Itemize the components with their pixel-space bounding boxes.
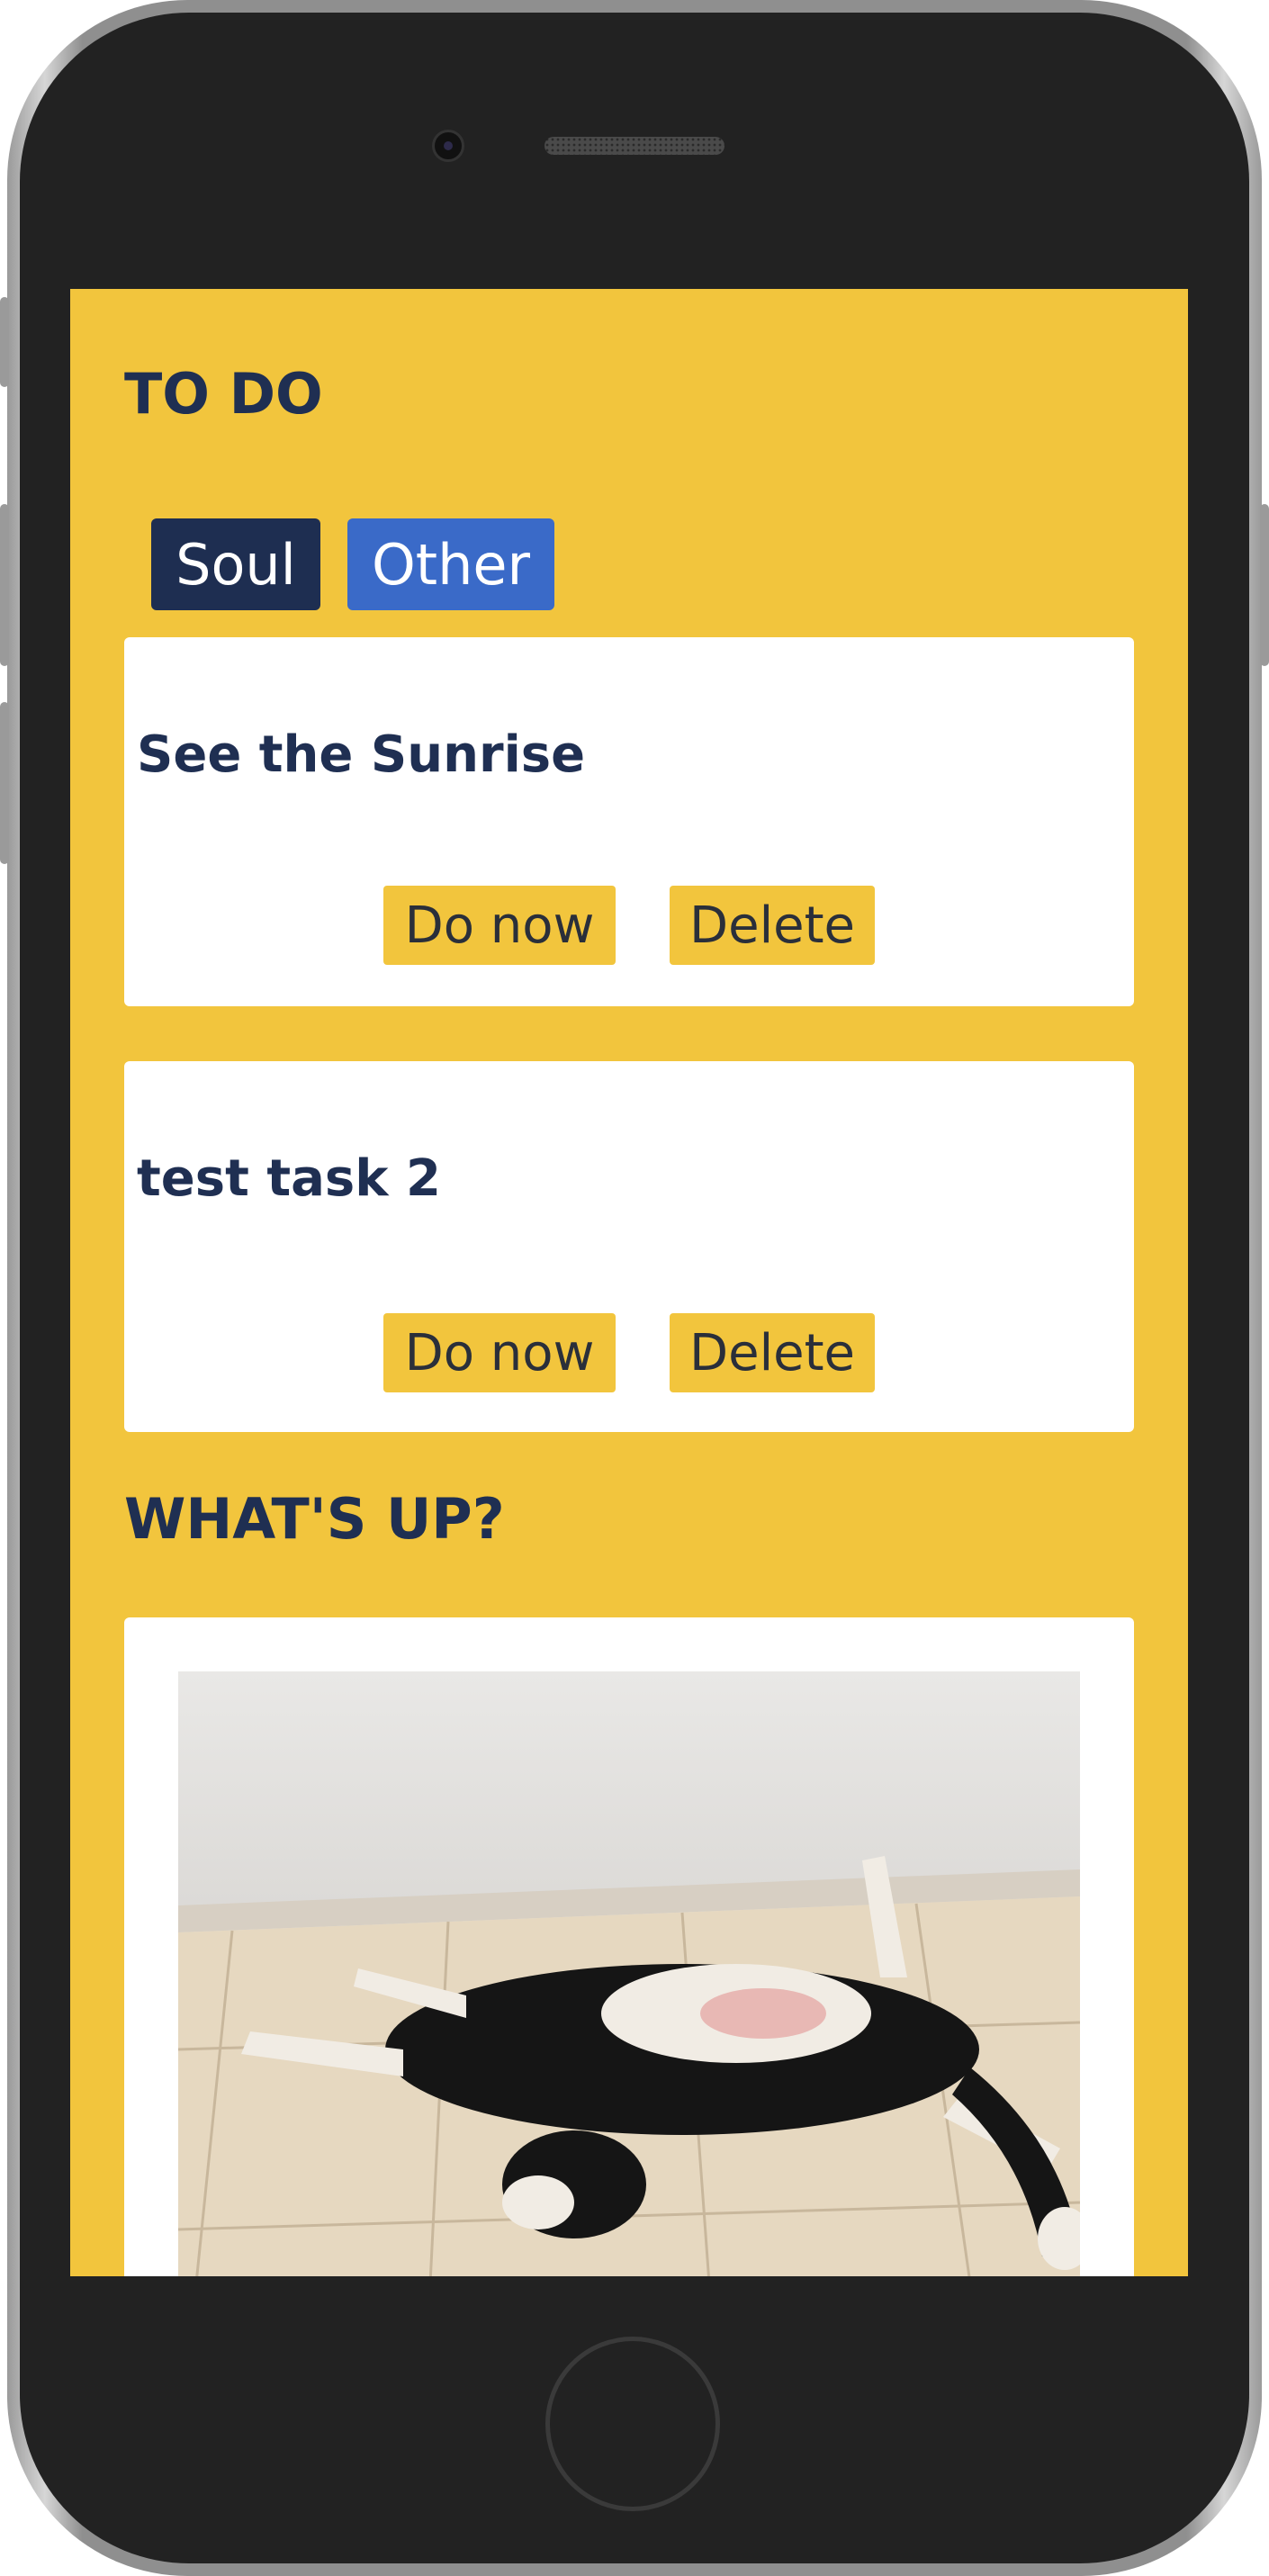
whats-up-heading: WHAT'S UP? [124,1486,505,1552]
task-actions: Do now Delete [383,1313,875,1392]
dog-photo-image [178,1671,1080,2276]
task-card: test task 2 Do now Delete [124,1061,1134,1432]
app-screen: TO DO Soul Other See the Sunrise Do now … [70,289,1188,2276]
task-title: See the Sunrise [137,725,586,784]
delete-button[interactable]: Delete [670,1313,875,1392]
tab-other[interactable]: Other [347,518,554,610]
home-button[interactable] [545,2337,720,2511]
front-camera-icon [432,130,464,162]
mute-switch [0,297,9,387]
do-now-button[interactable]: Do now [383,886,616,965]
post-card [124,1617,1134,2276]
volume-down-button [0,702,9,864]
task-card: See the Sunrise Do now Delete [124,637,1134,1006]
dog-photo [178,1671,1080,2276]
delete-button[interactable]: Delete [670,886,875,965]
todo-heading: TO DO [124,361,323,427]
task-title: test task 2 [137,1149,441,1208]
volume-up-button [0,504,9,666]
tab-soul[interactable]: Soul [151,518,320,610]
do-now-button[interactable]: Do now [383,1313,616,1392]
filter-tabs: Soul Other [151,518,554,610]
power-button [1260,504,1269,666]
speaker-grille [544,137,724,155]
task-actions: Do now Delete [383,886,875,965]
